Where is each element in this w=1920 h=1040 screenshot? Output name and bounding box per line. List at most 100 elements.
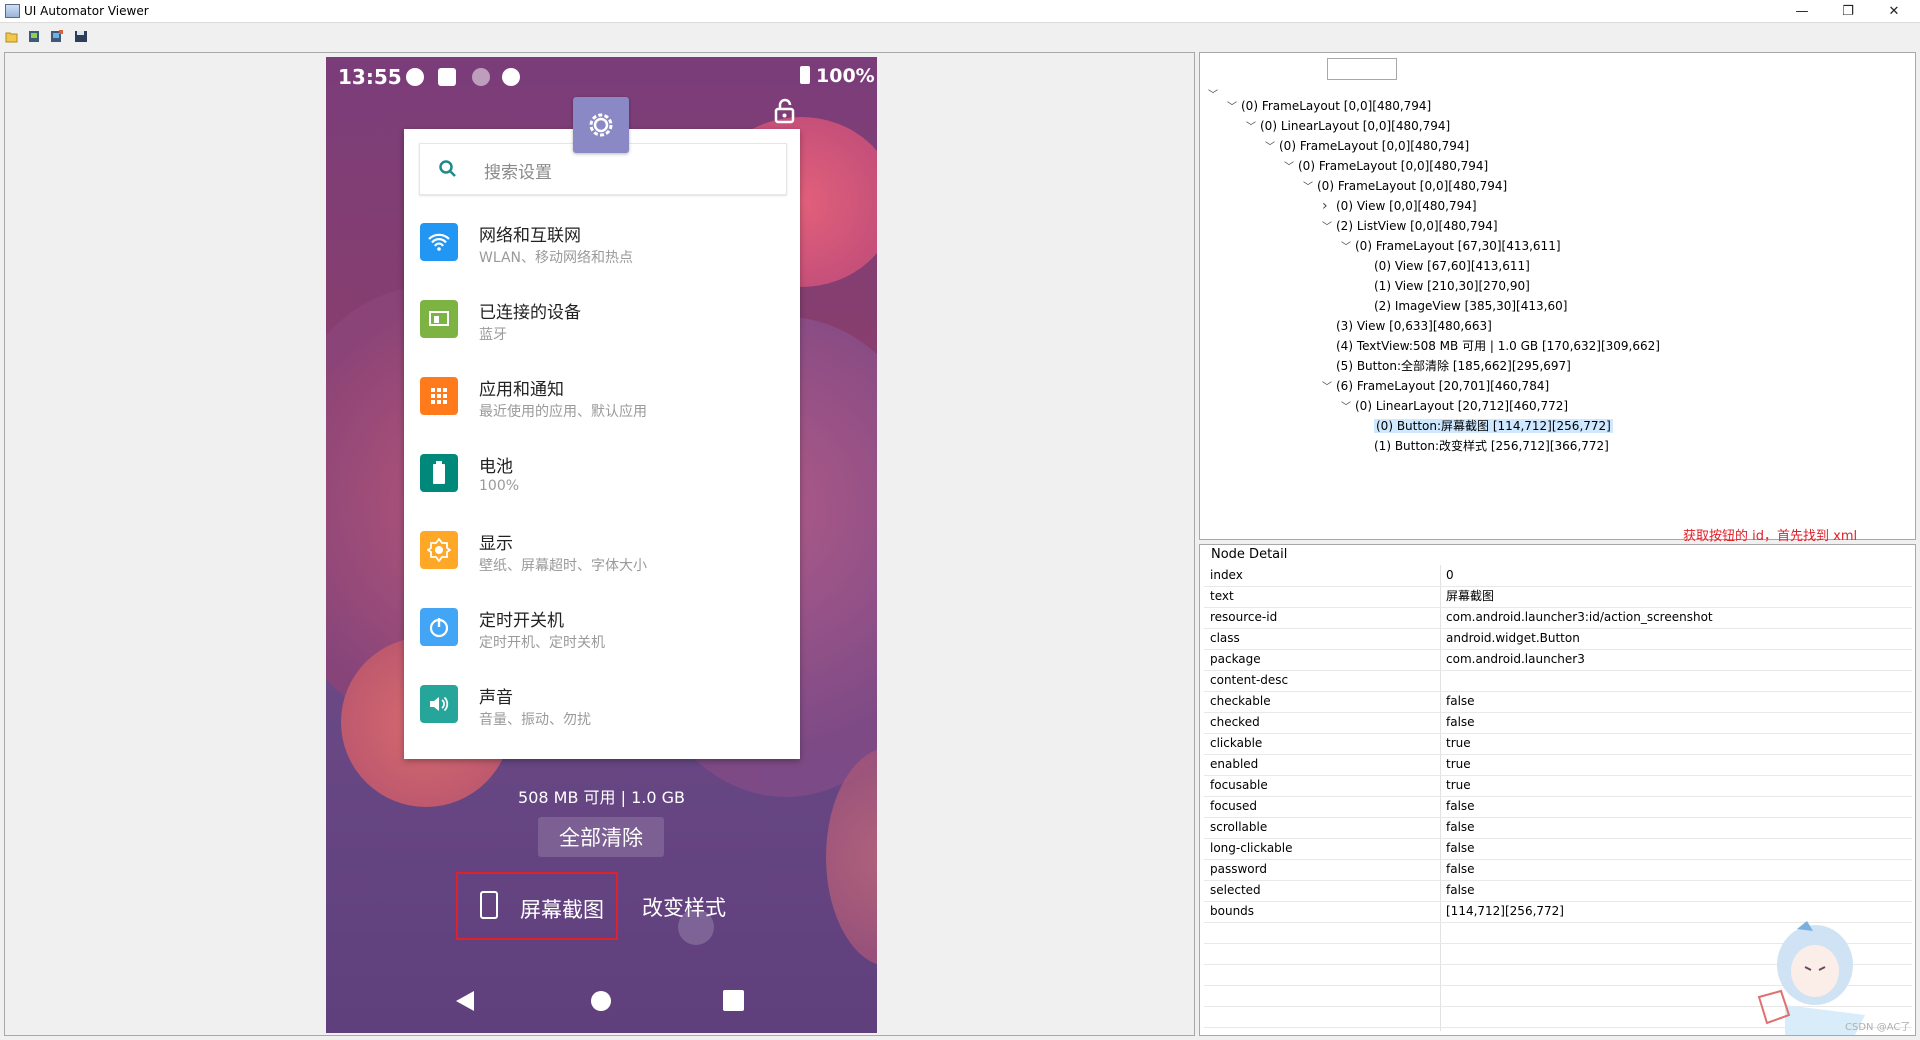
save-icon[interactable] — [74, 30, 88, 43]
chevron-down-icon[interactable]: ﹀ — [1246, 119, 1260, 137]
detail-row[interactable]: enabled true — [1204, 754, 1912, 776]
settings-item-power-schedule[interactable]: 定时开关机 定时开机、定时关机 — [404, 594, 800, 670]
settings-item-subtitle: 音量、振动、勿扰 — [479, 712, 591, 728]
detail-value: true — [1446, 778, 1471, 792]
detail-row[interactable]: resource-id com.android.launcher3:id/acti… — [1204, 607, 1912, 629]
tree-node[interactable]: ﹀ (0) FrameLayout [0,0][480,794] — [1227, 97, 1431, 115]
settings-item-title: 网络和互联网 — [479, 226, 581, 246]
tree-node[interactable]: (1) Button:改变样式 [256,712][366,772] — [1360, 437, 1609, 455]
search-box[interactable] — [1327, 58, 1397, 80]
detail-row[interactable]: class android.widget.Button — [1204, 628, 1912, 650]
chevron-down-icon[interactable]: ﹀ — [1322, 219, 1336, 237]
settings-item-apps[interactable]: 应用和通知 最近使用的应用、默认应用 — [404, 363, 800, 439]
settings-app-icon[interactable] — [573, 97, 629, 153]
chevron-down-icon[interactable]: ﹀ — [1284, 159, 1298, 177]
tree-node-label: (0) View [0,0][480,794] — [1336, 199, 1477, 213]
tree-node[interactable]: (0) View [67,60][413,611] — [1360, 257, 1530, 275]
detail-row[interactable]: content-desc — [1204, 670, 1912, 692]
chevron-down-icon[interactable]: ﹀ — [1208, 87, 1222, 105]
chevron-down-icon[interactable]: ﹀ — [1322, 379, 1336, 397]
window-title: UI Automator Viewer — [24, 4, 149, 18]
detail-key: text — [1210, 589, 1234, 603]
tree-node-label: (0) Button:屏幕截图 [114,712][256,772] — [1374, 419, 1613, 433]
settings-item-subtitle: 最近使用的应用、默认应用 — [479, 404, 647, 420]
tree-node-label: (3) View [0,633][480,663] — [1336, 319, 1492, 333]
restore-button[interactable]: ❐ — [1825, 0, 1871, 22]
detail-row[interactable]: package com.android.launcher3 — [1204, 649, 1912, 671]
open-folder-icon[interactable] — [5, 30, 19, 43]
tree-node[interactable]: ﹀ (0) FrameLayout [0,0][480,794] — [1284, 157, 1488, 175]
title-bar: UI Automator Viewer — ❐ ✕ — [0, 0, 1920, 23]
gear-icon — [589, 113, 613, 137]
tree-node[interactable]: ﹀ (0) FrameLayout [0,0][480,794] — [1303, 177, 1507, 195]
power-icon — [420, 608, 458, 646]
tree-node-label: (2) ImageView [385,30][413,60] — [1374, 299, 1568, 313]
detail-row[interactable]: checked false — [1204, 712, 1912, 734]
tree-node[interactable]: ﹀ (6) FrameLayout [20,701][460,784] — [1322, 377, 1549, 395]
tree-node[interactable]: (2) ImageView [385,30][413,60] — [1360, 297, 1567, 315]
recents-icon[interactable] — [723, 990, 744, 1011]
chevron-down-icon[interactable]: ﹀ — [1341, 239, 1355, 257]
detail-row[interactable]: password false — [1204, 859, 1912, 881]
tree-node[interactable]: (1) View [210,30][270,90] — [1360, 277, 1530, 295]
volume-icon — [420, 685, 458, 723]
status-time: 13:55 — [338, 65, 402, 89]
tree-root-toggle[interactable]: ﹀ — [1208, 85, 1222, 103]
device-screen[interactable]: 13:55 100% 搜索设置 网络和互联网 WLAN、移动网络和热点 已连接的… — [326, 57, 877, 1033]
detail-row[interactable]: checkable false — [1204, 691, 1912, 713]
detail-row[interactable]: index 0 — [1204, 565, 1912, 587]
close-button[interactable]: ✕ — [1871, 0, 1917, 22]
tree-node[interactable]: (5) Button:全部清除 [185,662][295,697] — [1322, 357, 1571, 375]
device-screenshot-icon[interactable] — [28, 30, 42, 43]
detail-row[interactable]: focused false — [1204, 796, 1912, 818]
settings-item-devices[interactable]: 已连接的设备 蓝牙 — [404, 286, 800, 362]
status-bar: 13:55 100% — [326, 57, 877, 93]
settings-card[interactable]: 搜索设置 网络和互联网 WLAN、移动网络和热点 已连接的设备 蓝牙 应用和通知… — [404, 129, 800, 759]
tree-node[interactable]: (4) TextView:508 MB 可用 | 1.0 GB [170,632… — [1322, 337, 1660, 355]
back-icon[interactable] — [454, 990, 476, 1012]
settings-item-title: 定时开关机 — [479, 611, 564, 631]
detail-row[interactable]: focusable true — [1204, 775, 1912, 797]
device-screenshot-compressed-icon[interactable] — [50, 30, 64, 43]
detail-row[interactable]: text 屏幕截图 — [1204, 586, 1912, 608]
settings-item-subtitle: 蓝牙 — [479, 327, 507, 343]
detail-row[interactable]: selected false — [1204, 880, 1912, 902]
minimize-button[interactable]: — — [1779, 0, 1825, 22]
detail-value: android.widget.Button — [1446, 631, 1580, 645]
tree-node[interactable]: ﹀ (0) LinearLayout [0,0][480,794] — [1246, 117, 1450, 135]
annotation-text: 获取按钮的 id，首先找到 xml — [1683, 529, 1858, 544]
detail-value: false — [1446, 883, 1475, 897]
chevron-down-icon[interactable]: ﹀ — [1265, 139, 1279, 157]
tree-node-label: (0) FrameLayout [0,0][480,794] — [1317, 179, 1508, 193]
notification-icon — [406, 68, 424, 86]
tree-node[interactable]: ﹀ (2) ListView [0,0][480,794] — [1322, 217, 1498, 235]
detail-row[interactable]: clickable true — [1204, 733, 1912, 755]
settings-item-display[interactable]: 显示 壁纸、屏幕超时、字体大小 — [404, 517, 800, 593]
clear-all-button[interactable]: 全部清除 — [538, 817, 664, 857]
tree-node[interactable]: ﹀ (0) LinearLayout [20,712][460,772] — [1341, 397, 1568, 415]
settings-item-battery[interactable]: 电池 100% — [404, 440, 800, 516]
chevron-right-icon[interactable]: › — [1322, 197, 1336, 215]
screenshot-button[interactable]: 屏幕截图 — [456, 872, 618, 940]
chevron-down-icon[interactable]: ﹀ — [1341, 399, 1355, 417]
settings-item-sound[interactable]: 声音 音量、振动、勿扰 — [404, 671, 800, 747]
apps-icon — [420, 377, 458, 415]
detail-row[interactable]: long-clickable false — [1204, 838, 1912, 860]
detail-row[interactable]: scrollable false — [1204, 817, 1912, 839]
chevron-down-icon[interactable]: ﹀ — [1227, 99, 1241, 117]
home-icon[interactable] — [590, 990, 612, 1012]
tree-node[interactable]: ﹀ (0) FrameLayout [67,30][413,611] — [1341, 237, 1561, 255]
tree-node[interactable]: › (0) View [0,0][480,794] — [1322, 197, 1477, 215]
tree-node-label: (0) FrameLayout [67,30][413,611] — [1355, 239, 1561, 253]
memory-info: 508 MB 可用 | 1.0 GB — [518, 788, 685, 807]
tree-node-label: (1) View [210,30][270,90] — [1374, 279, 1530, 293]
settings-item-title: 声音 — [479, 688, 513, 708]
chevron-down-icon[interactable]: ﹀ — [1303, 179, 1317, 197]
tree-node[interactable]: (0) Button:屏幕截图 [114,712][256,772] — [1360, 417, 1613, 435]
settings-item-network[interactable]: 网络和互联网 WLAN、移动网络和热点 — [404, 209, 800, 285]
mascot-illustration — [1757, 921, 1865, 1035]
unlock-icon[interactable] — [771, 97, 799, 125]
tree-node-label: (4) TextView:508 MB 可用 | 1.0 GB [170,632… — [1336, 339, 1660, 353]
tree-node[interactable]: (3) View [0,633][480,663] — [1322, 317, 1492, 335]
tree-node[interactable]: ﹀ (0) FrameLayout [0,0][480,794] — [1265, 137, 1469, 155]
